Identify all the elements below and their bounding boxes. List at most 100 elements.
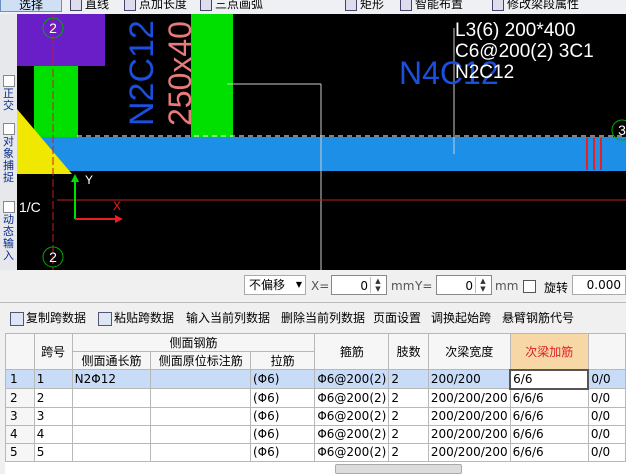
cell-span[interactable]: 1	[33, 369, 73, 389]
table-row[interactable]: 2 2 (Φ6) Φ6@200(2) 2 200/200/200 6/6/6 0…	[5, 388, 626, 408]
dynamic-input-button[interactable]: 动态输入	[0, 200, 17, 262]
orthogonal-button[interactable]: 正交	[0, 74, 17, 112]
cell-secondary-width[interactable]: 200/200/200	[427, 424, 511, 444]
delete-column-button[interactable]: 删除当前列数据	[281, 310, 365, 326]
cell-legs[interactable]: 2	[388, 406, 429, 426]
header-extra[interactable]	[587, 333, 626, 370]
copy-span-button[interactable]: 复制跨数据	[10, 310, 86, 326]
row-number[interactable]: 2	[5, 388, 35, 408]
cell-tie[interactable]: (Φ6)	[249, 442, 316, 462]
arc-button[interactable]: 三点画弧	[200, 0, 263, 12]
cell-span[interactable]: 3	[33, 406, 73, 426]
header-side-original[interactable]: 侧面原位标注筋	[150, 351, 251, 370]
green-column-left	[34, 66, 78, 138]
paste-span-button[interactable]: 粘贴跨数据	[98, 310, 174, 326]
cell-secondary-width[interactable]: 200/200/200	[427, 388, 511, 408]
table-row[interactable]: 5 5 (Φ6) Φ6@200(2) 2 200/200/200 6/6/6 0…	[5, 442, 626, 462]
line-button[interactable]: 直线	[70, 0, 109, 12]
smart-layout-button[interactable]: 智能布置	[400, 0, 463, 12]
cantilever-code-label: 悬臂钢筋代号	[502, 311, 575, 325]
cell-extra[interactable]: 0/0	[587, 369, 626, 389]
select-button[interactable]: 选择	[0, 0, 62, 12]
cell-secondary-add[interactable]: 6/6/6	[509, 406, 589, 426]
cell-secondary-width[interactable]: 200/200	[427, 369, 511, 389]
offset-dropdown[interactable]: 不偏移 ▼	[244, 275, 306, 295]
cell-secondary-width[interactable]: 200/200/200	[427, 406, 511, 426]
x-stepper[interactable]: ▲ ▼	[370, 277, 385, 293]
header-side-through[interactable]: 侧面通长筋	[71, 351, 152, 370]
cell-side-original[interactable]	[150, 424, 251, 444]
cell-stirrup[interactable]: Φ6@200(2)	[314, 388, 390, 408]
row-number[interactable]: 5	[5, 442, 35, 462]
paste-span-label: 粘贴跨数据	[114, 311, 175, 325]
x-input[interactable]: 0 ▲ ▼	[331, 275, 387, 295]
cell-secondary-add[interactable]: 6/6/6	[509, 388, 589, 408]
cell-span[interactable]: 4	[33, 424, 73, 444]
row-number[interactable]: 4	[5, 424, 35, 444]
cell-extra[interactable]: 0/0	[587, 424, 626, 444]
header-stirrup[interactable]: 箍筋	[314, 333, 390, 370]
header-secondary-width[interactable]: 次梁宽度	[427, 333, 511, 370]
cell-side-original[interactable]	[150, 406, 251, 426]
cell-stirrup[interactable]: Φ6@200(2)	[314, 424, 390, 444]
select-label: 选择	[19, 0, 44, 12]
cell-tie[interactable]: (Φ6)	[249, 388, 316, 408]
orthogonal-icon	[2, 75, 15, 87]
input-column-button[interactable]: 输入当前列数据	[186, 310, 270, 326]
horizontal-scrollbar[interactable]	[335, 464, 462, 474]
cell-extra[interactable]: 0/0	[587, 388, 626, 408]
cell-span[interactable]: 2	[33, 388, 73, 408]
cantilever-code-button[interactable]: 悬臂钢筋代号	[502, 310, 574, 326]
rect-button[interactable]: 矩形	[345, 0, 384, 12]
cell-side-through[interactable]	[71, 424, 152, 444]
modify-beam-button[interactable]: 修改梁段属性	[492, 0, 579, 12]
orthogonal-label: 正交	[3, 87, 14, 112]
cell-side-original[interactable]	[150, 388, 251, 408]
cell-stirrup[interactable]: Φ6@200(2)	[314, 442, 390, 462]
cell-side-original[interactable]	[150, 369, 251, 389]
table-row[interactable]: 1 1 N2Φ12 (Φ6) Φ6@200(2) 2 200/200 6/6 0…	[5, 368, 626, 390]
header-legs[interactable]: 肢数	[388, 333, 429, 370]
cell-legs[interactable]: 2	[388, 369, 429, 389]
point-length-button[interactable]: 点加长度	[124, 0, 187, 12]
table-row[interactable]: 4 4 (Φ6) Φ6@200(2) 2 200/200/200 6/6/6 0…	[5, 424, 626, 444]
cell-span[interactable]: 5	[33, 442, 73, 462]
cell-stirrup[interactable]: Φ6@200(2)	[314, 369, 390, 389]
drawing-canvas[interactable]: 2 2 3 1/C Y X N2C12 250x40 N4C12 L3(6) 2…	[17, 14, 626, 270]
cell-tie[interactable]: (Φ6)	[249, 369, 316, 389]
adjust-start-button[interactable]: 调换起始跨	[431, 310, 491, 326]
delete-column-label: 删除当前列数据	[281, 311, 366, 325]
axis-2-top-label: 2	[49, 20, 57, 36]
table-row[interactable]: 3 3 (Φ6) Φ6@200(2) 2 200/200/200 6/6/6 0…	[5, 406, 626, 426]
cell-side-through[interactable]: N2Φ12	[71, 369, 152, 389]
cell-secondary-width[interactable]: 200/200/200	[427, 442, 511, 462]
cell-side-through[interactable]	[71, 388, 152, 408]
cell-tie[interactable]: (Φ6)	[249, 406, 316, 426]
cell-extra[interactable]: 0/0	[587, 406, 626, 426]
rotate-input[interactable]: 0.000	[572, 275, 626, 295]
cell-tie[interactable]: (Φ6)	[249, 424, 316, 444]
cell-extra[interactable]: 0/0	[587, 442, 626, 462]
rotate-label: 旋转	[544, 281, 569, 295]
page-setup-button[interactable]: 页面设置	[373, 310, 421, 326]
y-stepper[interactable]: ▲ ▼	[475, 277, 490, 293]
cell-secondary-add[interactable]: 6/6/6	[509, 442, 589, 462]
snap-button[interactable]: 对象捕捉	[0, 122, 17, 184]
cell-stirrup[interactable]: Φ6@200(2)	[314, 406, 390, 426]
header-secondary-add[interactable]: 次梁加筋	[509, 333, 589, 370]
y-input[interactable]: 0 ▲ ▼	[436, 275, 492, 295]
header-tie[interactable]: 拉筋	[249, 351, 316, 370]
row-number[interactable]: 3	[5, 406, 35, 426]
x-label: X=	[311, 279, 330, 293]
header-span[interactable]: 跨号	[33, 333, 73, 370]
cell-side-original[interactable]	[150, 442, 251, 462]
cell-legs[interactable]: 2	[388, 424, 429, 444]
cell-legs[interactable]: 2	[388, 388, 429, 408]
cell-side-through[interactable]	[71, 406, 152, 426]
cell-secondary-add[interactable]: 6/6/6	[509, 424, 589, 444]
row-number[interactable]: 1	[5, 369, 35, 389]
rotate-checkbox[interactable]	[523, 280, 536, 293]
cell-side-through[interactable]	[71, 442, 152, 462]
cell-legs[interactable]: 2	[388, 442, 429, 462]
cell-secondary-add[interactable]: 6/6	[509, 368, 590, 390]
